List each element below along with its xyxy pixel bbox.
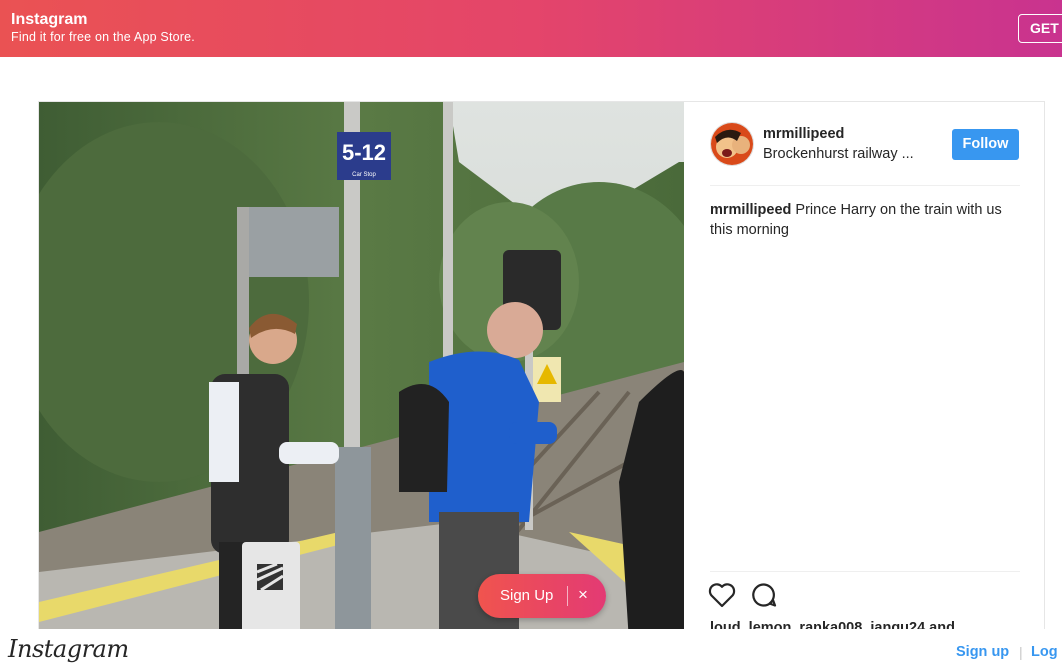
post-location[interactable]: Brockenhurst railway ... [763, 146, 928, 162]
bottom-bar: Instagram Sign up | Log in [0, 629, 1062, 664]
post-sidebar: mrmillipeed Brockenhurst railway ... Fol… [684, 102, 1044, 640]
avatar[interactable] [710, 122, 754, 166]
platform-sign-text: 5-12 [342, 140, 386, 165]
header-divider [710, 185, 1020, 186]
login-link[interactable]: Log in [1031, 644, 1062, 660]
signup-pill: Sign Up × [478, 574, 606, 618]
actions-divider [710, 571, 1020, 572]
post-photo[interactable]: 5-12 Car Stop [39, 102, 684, 640]
get-app-button[interactable]: GET [1018, 14, 1062, 43]
platform-sign-subtext: Car Stop [352, 172, 376, 178]
caption-username[interactable]: mrmillipeed [710, 202, 791, 218]
footer-separator: | [1019, 644, 1023, 660]
post-actions [708, 582, 788, 614]
instagram-logo[interactable]: Instagram [8, 635, 129, 663]
signup-pill-button[interactable]: Sign Up [500, 587, 553, 604]
follow-button[interactable]: Follow [952, 129, 1019, 160]
heart-icon[interactable] [708, 582, 736, 613]
close-icon[interactable]: × [578, 585, 588, 605]
comment-icon[interactable] [750, 582, 778, 613]
post-card: 5-12 Car Stop mrmillipeed Brockenhurst r… [38, 101, 1045, 641]
banner-app-name: Instagram [11, 11, 88, 28]
pill-separator [567, 586, 568, 606]
banner-subtitle: Find it for free on the App Store. [11, 30, 195, 44]
signup-link[interactable]: Sign up [956, 644, 1009, 660]
app-store-banner[interactable]: Instagram Find it for free on the App St… [0, 0, 1062, 57]
post-username[interactable]: mrmillipeed [763, 126, 844, 142]
post-caption: mrmillipeed Prince Harry on the train wi… [710, 200, 1015, 240]
